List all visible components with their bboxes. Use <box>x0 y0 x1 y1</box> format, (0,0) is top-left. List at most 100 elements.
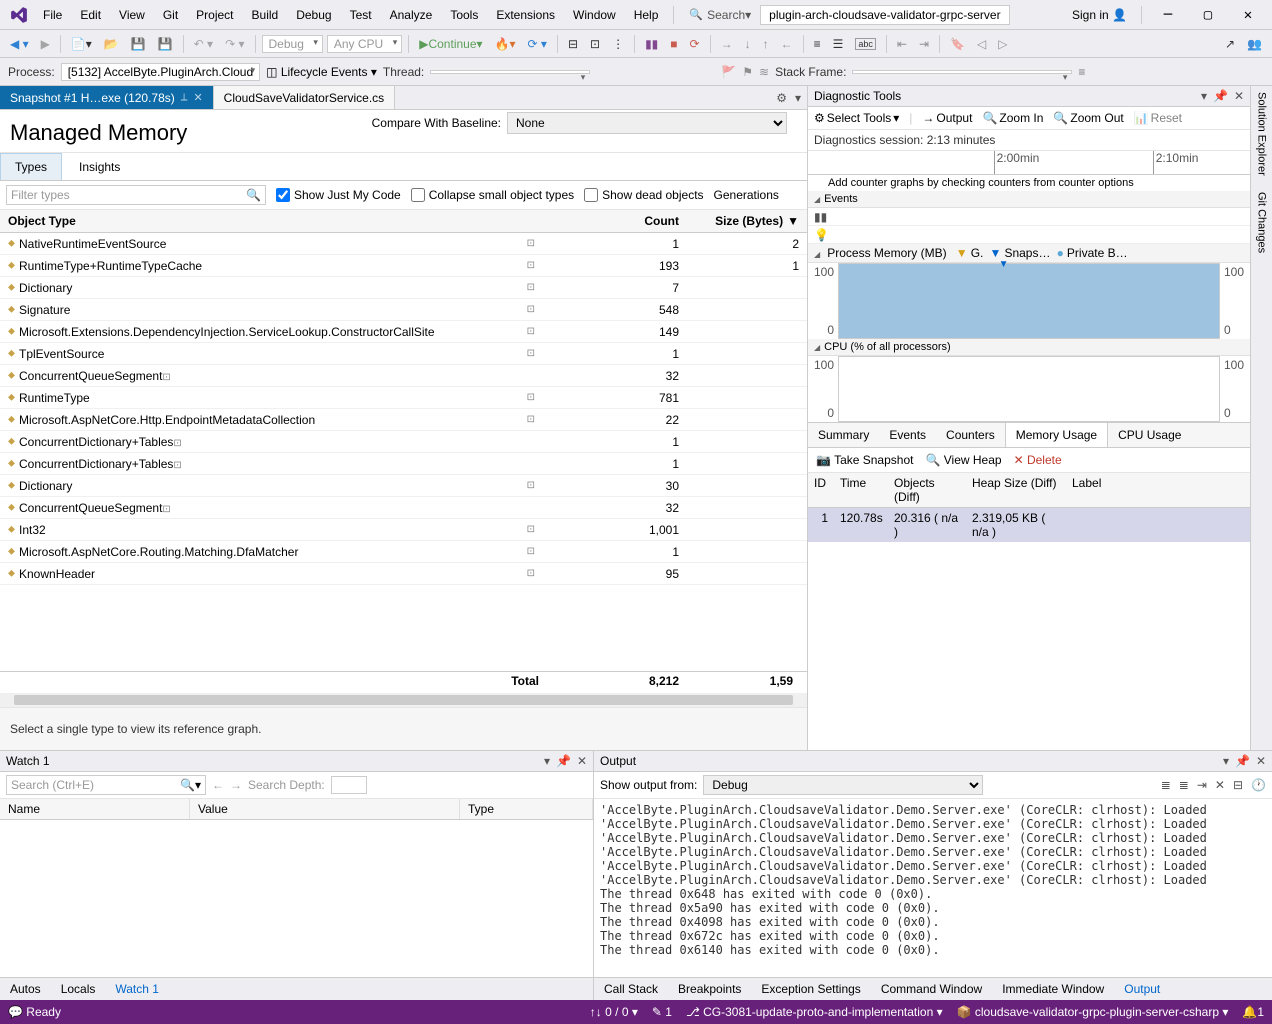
select-tools-button[interactable]: ⚙ Select Tools ▾ <box>814 111 899 125</box>
filter-icon[interactable]: ≡ <box>1078 65 1085 79</box>
menu-git[interactable]: Git <box>154 8 187 22</box>
reset-button[interactable]: 📊 Reset <box>1134 111 1182 125</box>
dropdown-icon[interactable]: ▾ <box>1201 89 1207 103</box>
step-out-icon[interactable]: ↑ <box>759 35 773 53</box>
menu-edit[interactable]: Edit <box>71 8 110 22</box>
bookmark-prev-icon[interactable]: ◁ <box>973 35 990 53</box>
take-snapshot-button[interactable]: 📷 Take Snapshot <box>816 453 913 467</box>
tab-exception-settings[interactable]: Exception Settings <box>751 978 870 1000</box>
gear-icon[interactable]: ⚙ <box>776 91 787 105</box>
tab-summary[interactable]: Summary <box>808 423 879 447</box>
col-count[interactable]: Count <box>547 210 687 232</box>
nav-back-button[interactable]: ◀ ▾ <box>6 35 33 53</box>
table-row[interactable]: ⬥TplEventSource⊡1 <box>0 343 807 365</box>
maximize-button[interactable]: ▢ <box>1188 1 1228 29</box>
menu-build[interactable]: Build <box>243 8 288 22</box>
table-row[interactable]: ⬥Signature⊡548 <box>0 299 807 321</box>
updown-indicator[interactable]: ↑↓ 0 / 0 ▾ <box>590 1005 638 1019</box>
stack-icon[interactable]: ≋ <box>759 65 769 79</box>
table-row[interactable]: ⬥Dictionary⊡7 <box>0 277 807 299</box>
tab-events[interactable]: Events <box>879 423 936 447</box>
table-row[interactable]: ⬥RuntimeType⊡781 <box>0 387 807 409</box>
format-icon[interactable]: ≡ <box>810 35 825 53</box>
delete-button[interactable]: ✕ Delete <box>1014 453 1062 467</box>
search-icon[interactable]: 🔍 <box>246 188 261 202</box>
indent-icon[interactable]: ⇤ <box>893 35 911 53</box>
cpu-head[interactable]: CPU (% of all processors) <box>808 339 1250 356</box>
zoomout-button[interactable]: 🔍 Zoom Out <box>1053 111 1123 125</box>
repo-indicator[interactable]: 📦 cloudsave-validator-grpc-plugin-server… <box>957 1005 1229 1019</box>
abc-icon[interactable]: abc <box>851 36 880 52</box>
step-back-icon[interactable]: ← <box>777 35 797 53</box>
output-from-select[interactable]: Debug <box>703 775 983 795</box>
tab-source[interactable]: CloudSaveValidatorService.cs <box>214 86 396 109</box>
nav-back-icon[interactable]: ← <box>212 778 224 792</box>
toggle-icon[interactable]: ⊟ <box>1233 778 1243 792</box>
col-name[interactable]: Name <box>0 799 190 819</box>
tab-command-window[interactable]: Command Window <box>871 978 992 1000</box>
step-icon[interactable]: ⊟ <box>564 35 582 53</box>
goto-icon[interactable]: ⇥ <box>1197 778 1207 792</box>
tab-autos[interactable]: Autos <box>0 978 51 1000</box>
close-icon[interactable]: ✕ <box>1234 89 1244 103</box>
wrap-icon[interactable]: ≣ <box>1179 778 1189 792</box>
table-row[interactable]: ⬥Int32⊡1,001 <box>0 519 807 541</box>
grid-body[interactable]: ⬥NativeRuntimeEventSource⊡12⬥RuntimeType… <box>0 233 807 671</box>
stop-button[interactable]: ■ <box>666 35 681 53</box>
outdent-icon[interactable]: ⇥ <box>915 35 933 53</box>
cpu-graph[interactable]: 1000 1000 <box>808 356 1250 422</box>
lightbulb-icon[interactable]: 💡 <box>814 228 829 242</box>
pin-icon[interactable]: 📌 <box>1235 754 1250 768</box>
table-row[interactable]: ⬥ConcurrentDictionary+Tables⊡1 <box>0 431 807 453</box>
table-row[interactable]: ⬥ConcurrentDictionary+Tables⊡1 <box>0 453 807 475</box>
events-head[interactable]: Events <box>808 191 1250 208</box>
config-combo[interactable]: Debug <box>262 35 323 53</box>
tab-memusage[interactable]: Memory Usage <box>1005 423 1108 447</box>
dropdown-icon[interactable]: ▾ <box>1223 754 1229 768</box>
menu-extensions[interactable]: Extensions <box>487 8 564 22</box>
nav-fwd-button[interactable]: ▶ <box>37 35 54 53</box>
output-button[interactable]: → Output <box>922 111 972 125</box>
menu-view[interactable]: View <box>110 8 154 22</box>
mem-head[interactable]: Process Memory (MB) ▼ G. ▼ Snaps… ● Priv… <box>808 244 1250 263</box>
memory-graph[interactable]: 1000 ▼ 1000 <box>808 263 1250 339</box>
search-menu[interactable]: Search ▾ <box>680 0 760 29</box>
table-row[interactable]: ⬥RuntimeType+RuntimeTypeCache⊡1931 <box>0 255 807 277</box>
sign-in-button[interactable]: Sign in 👤 <box>1064 8 1135 22</box>
output-text[interactable]: 'AccelByte.PluginArch.CloudsaveValidator… <box>594 799 1272 977</box>
share-icon[interactable]: ↗ <box>1221 35 1239 53</box>
filter-input[interactable]: Filter types🔍 <box>6 185 266 205</box>
close-button[interactable]: ✕ <box>1228 1 1268 29</box>
col-value[interactable]: Value <box>190 799 460 819</box>
bell-indicator[interactable]: 🔔1 <box>1242 1005 1264 1019</box>
pin-icon[interactable]: ⟂ <box>181 92 188 103</box>
menu-debug[interactable]: Debug <box>287 8 340 22</box>
process-combo[interactable]: [5132] AccelByte.PluginArch.Cloud <box>61 63 260 81</box>
tab-call-stack[interactable]: Call Stack <box>594 978 668 1000</box>
col-size[interactable]: Size (Bytes)▼ <box>687 210 807 232</box>
clear-icon[interactable]: ≣ <box>1161 778 1171 792</box>
tab-types[interactable]: Types <box>0 153 62 180</box>
pause-small-icon[interactable]: ▮▮ <box>814 210 827 224</box>
collapse-checkbox[interactable]: Collapse small object types <box>411 188 574 202</box>
hot-reload-icon[interactable]: 🔥▾ <box>491 35 520 53</box>
compare-select[interactable]: None <box>507 112 787 134</box>
project-selector[interactable]: plugin-arch-cloudsave-validator-grpc-ser… <box>760 5 1009 25</box>
close-icon[interactable]: ✕ <box>1256 754 1266 768</box>
undo-button[interactable]: ↶ ▾ <box>190 35 217 53</box>
solution-explorer-tab[interactable]: Solution Explorer <box>1256 92 1268 176</box>
menu-analyze[interactable]: Analyze <box>381 8 442 22</box>
tab-insights[interactable]: Insights <box>64 153 135 180</box>
minimize-button[interactable]: ─ <box>1148 1 1188 29</box>
hscrollbar[interactable] <box>14 695 793 705</box>
col-objtype[interactable]: Object Type <box>0 210 547 232</box>
watch-search[interactable]: Search (Ctrl+E)🔍▾ <box>6 775 206 795</box>
menu-file[interactable]: File <box>34 8 71 22</box>
bookmark-icon[interactable]: 🔖 <box>946 35 969 53</box>
close-icon[interactable]: ✕ <box>577 754 587 768</box>
time-ruler[interactable]: 2:00min 2:10min <box>808 151 1250 175</box>
table-row[interactable]: ⬥Microsoft.AspNetCore.Http.EndpointMetad… <box>0 409 807 431</box>
dropdown-icon[interactable]: ▾ <box>544 754 550 768</box>
restart-button[interactable]: ⟳ ▾ <box>524 35 551 53</box>
git-changes-tab[interactable]: Git Changes <box>1256 192 1268 253</box>
